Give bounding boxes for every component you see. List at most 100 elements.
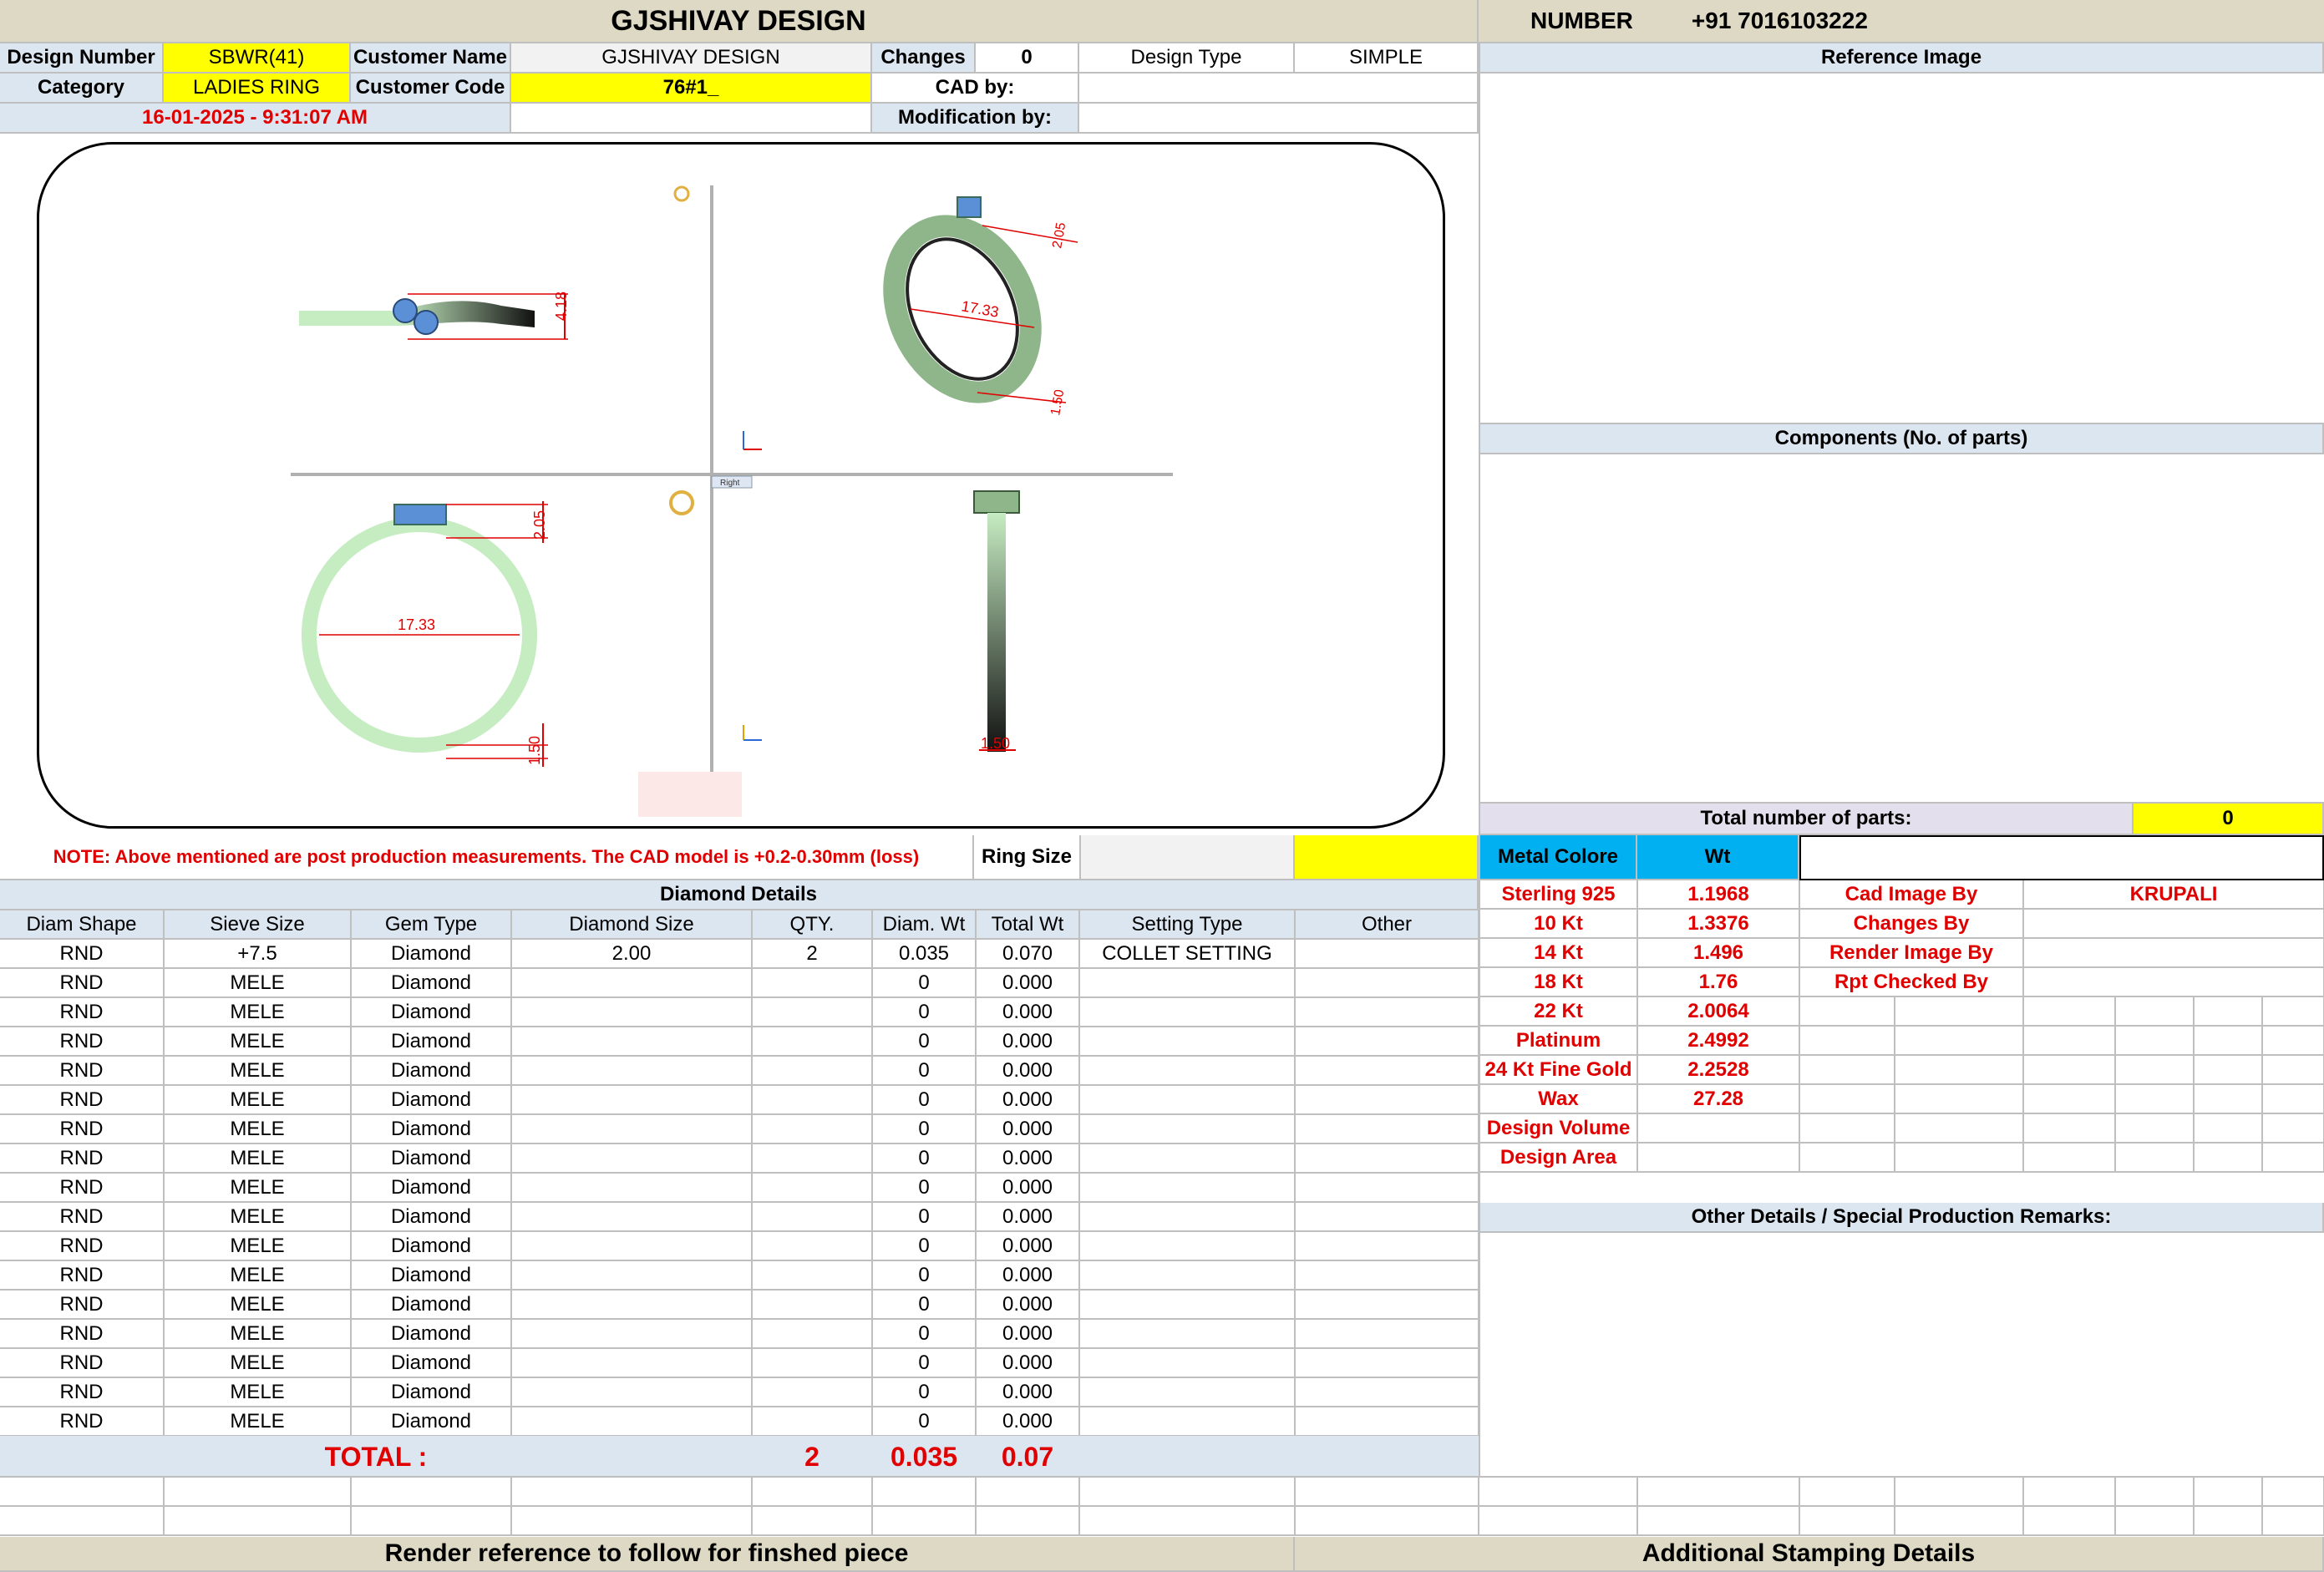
table-cell: Diamond [351, 1027, 512, 1057]
table-cell [1295, 1173, 1479, 1203]
table-cell: MELE [164, 1144, 352, 1174]
table-cell: 0 [872, 968, 977, 998]
additional-stamping: Additional Stamping Details [1295, 1537, 2324, 1572]
table-cell: Diamond [351, 939, 512, 969]
table-cell [511, 1173, 753, 1203]
blank-cell [1799, 1143, 1895, 1173]
table-row: RND MELE Diamond 0 0.000 [0, 1348, 1479, 1378]
table-cell: MELE [164, 1348, 352, 1378]
table-cell: 0.035 [872, 939, 977, 969]
table-cell [511, 1377, 753, 1407]
ring-size-value [1081, 835, 1295, 880]
blank-cell [2115, 1055, 2195, 1085]
table-cell: RND [0, 1260, 165, 1291]
table-cell: Diamond [351, 1377, 512, 1407]
table-cell [752, 968, 873, 998]
blank-cell [1895, 1143, 2024, 1173]
blank-cell [2023, 1143, 2116, 1173]
table-cell: 0 [872, 1173, 977, 1203]
table-cell [1079, 1348, 1296, 1378]
col-header: Diamond Size [511, 910, 753, 940]
table-cell: 0.000 [976, 1114, 1080, 1144]
table-cell: Diamond [351, 1407, 512, 1437]
table-cell: RND [0, 968, 165, 998]
col-header: Diam Shape [0, 910, 165, 940]
table-cell: RND [0, 1027, 165, 1057]
table-row: RND MELE Diamond 0 0.000 [0, 1231, 1479, 1261]
dim-top-base: 1.50 [1048, 388, 1067, 417]
table-cell: MELE [164, 1114, 352, 1144]
metal-weight: 1.76 [1637, 967, 1800, 997]
metal-name: Wax [1480, 1084, 1638, 1114]
cad-by-value [1079, 74, 1479, 104]
ring-front-view: 17.33 2.05 1.50 [302, 501, 548, 767]
metal-row: Wax 27.28 [1480, 1084, 2324, 1114]
metal-weight [1637, 1143, 1800, 1173]
col-header: Other [1295, 910, 1479, 940]
table-cell: MELE [164, 968, 352, 998]
metal-weight: 1.3376 [1637, 909, 1800, 939]
metal-weight: 27.28 [1637, 1084, 1800, 1114]
number-value: +91 7016103222 [1691, 8, 1868, 33]
blank-cell [1799, 1026, 1895, 1056]
blank-cell [2194, 996, 2263, 1027]
table-cell: MELE [164, 997, 352, 1027]
table-cell: Diamond [351, 1173, 512, 1203]
table-cell: 0 [872, 1290, 977, 1320]
metal-name: 18 Kt [1480, 967, 1638, 997]
table-row: RND MELE Diamond 0 0.000 [0, 1114, 1479, 1144]
cad-drawing: Right 4.18 17.33 2.05 1.50 17.33 2.05 1.… [291, 185, 1173, 817]
table-cell [511, 1260, 753, 1291]
table-cell: 0 [872, 1407, 977, 1437]
table-row: RND MELE Diamond 0 0.000 [0, 1202, 1479, 1232]
table-cell [1079, 997, 1296, 1027]
customer-code-label: Customer Code [351, 74, 511, 104]
table-cell [1295, 1260, 1479, 1291]
ring-top-thumbnail-icon [673, 185, 690, 202]
customer-name-label: Customer Name [351, 43, 511, 74]
table-cell: RND [0, 1114, 165, 1144]
diamond-table: Diam Shape Sieve Size Gem Type Diamond S… [0, 910, 1479, 1437]
ring-size-highlight [1295, 835, 1479, 880]
table-cell: 0.000 [976, 1202, 1080, 1232]
table-cell: 0.000 [976, 1407, 1080, 1437]
customer-code-value: 76#1_ [511, 74, 872, 104]
sheet-title: GJSHIVAY DESIGN [0, 0, 1479, 43]
blank-cell [2262, 996, 2324, 1027]
table-cell: Diamond [351, 1202, 512, 1232]
metal-name: 24 Kt Fine Gold [1480, 1055, 1638, 1085]
blank-cell [2023, 1026, 2116, 1056]
table-row: RND MELE Diamond 0 0.000 [0, 1319, 1479, 1349]
blank-cell [2194, 1026, 2263, 1056]
table-cell [511, 1319, 753, 1349]
total-parts-label: Total number of parts: [1480, 804, 2134, 835]
modification-by-label: Modification by: [872, 104, 1079, 134]
role-person: KRUPALI [2023, 880, 2324, 910]
table-cell: 2.00 [511, 939, 753, 969]
table-cell [511, 1348, 753, 1378]
role-person [2023, 967, 2324, 997]
table-cell: 0 [872, 1144, 977, 1174]
blank-cell [1799, 1084, 1895, 1114]
table-cell: 0.000 [976, 1377, 1080, 1407]
table-cell: RND [0, 1231, 165, 1261]
table-row: RND MELE Diamond 0 0.000 [0, 1056, 1479, 1086]
metal-row: 14 Kt 1.496 Render Image By [1480, 938, 2324, 968]
table-row: RND MELE Diamond 0 0.000 [0, 968, 1479, 998]
metal-name: Sterling 925 [1480, 880, 1638, 910]
table-cell [1295, 997, 1479, 1027]
table-cell [1295, 1319, 1479, 1349]
table-cell: 0.000 [976, 1231, 1080, 1261]
table-cell: COLLET SETTING [1079, 939, 1296, 969]
table-cell [1079, 1085, 1296, 1115]
metal-weight: 2.2528 [1637, 1055, 1800, 1085]
metal-header-blank [1799, 835, 2324, 880]
table-cell: 0.070 [976, 939, 1080, 969]
render-reference: Render reference to follow for finshed p… [0, 1537, 1295, 1572]
table-cell: MELE [164, 1173, 352, 1203]
table-cell [1295, 1377, 1479, 1407]
table-cell: RND [0, 1348, 165, 1378]
reference-image-area [1480, 74, 2324, 424]
table-cell [752, 1348, 873, 1378]
metal-weight: 1.1968 [1637, 880, 1800, 910]
